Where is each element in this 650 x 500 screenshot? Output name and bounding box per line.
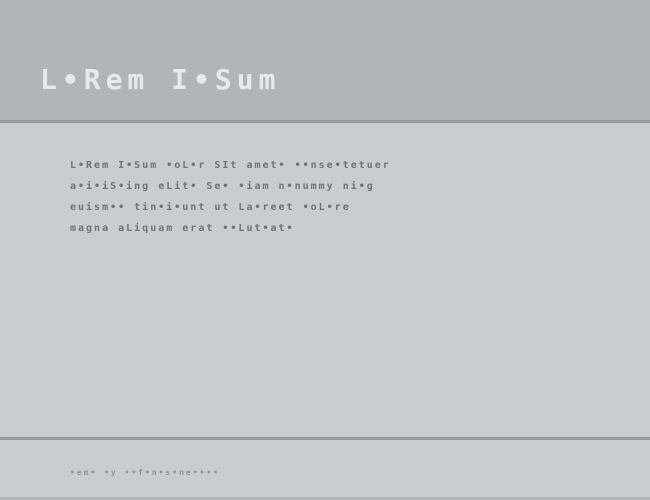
header: L•Rem I•Sum <box>0 0 650 123</box>
footer-text: •em• •y ••f•n•s•ne•••• <box>70 468 580 477</box>
body-text: L•Rem I•Sum •oL•r SIt amet• ••nse•tetuer… <box>70 155 580 239</box>
footer: •em• •y ••f•n•s•ne•••• <box>0 437 650 497</box>
main-content: L•Rem I•Sum •oL•r SIt amet• ••nse•tetuer… <box>0 123 650 437</box>
page-title: L•Rem I•Sum <box>40 63 280 96</box>
